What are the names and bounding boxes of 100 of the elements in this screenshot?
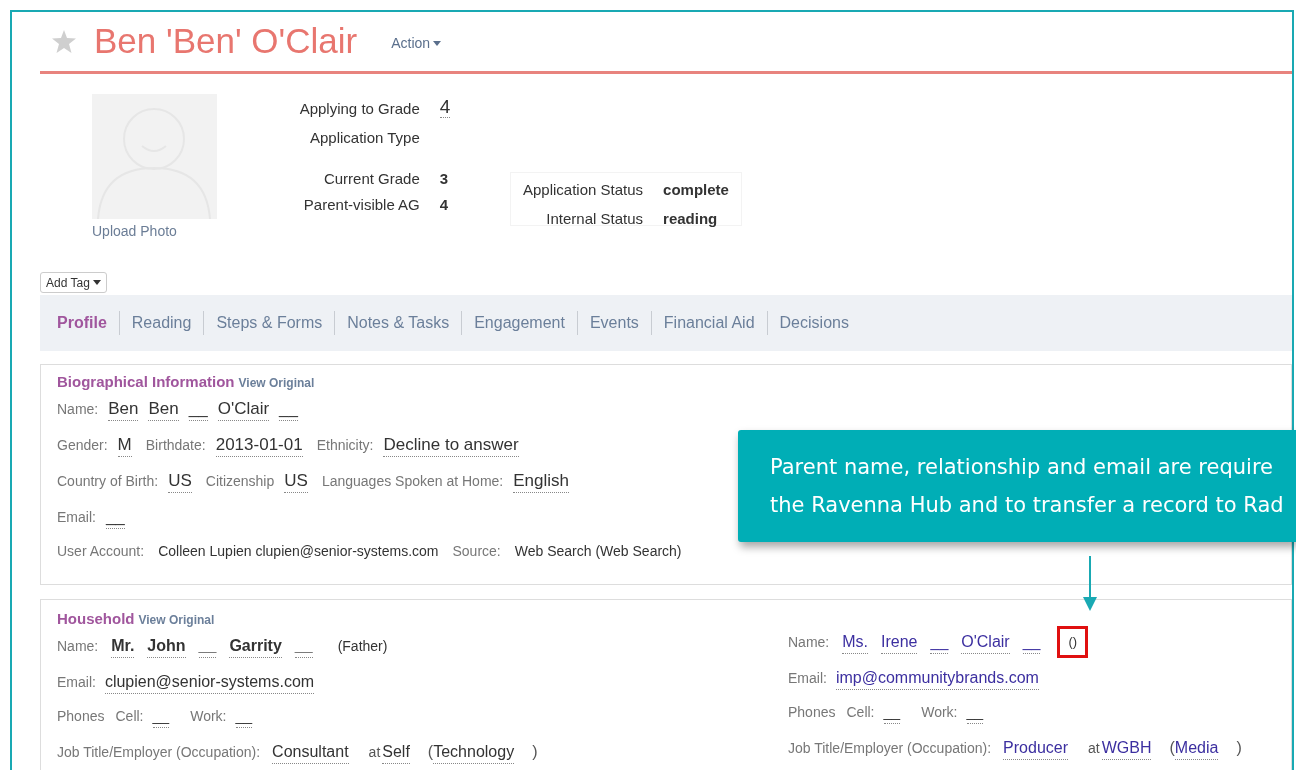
field-value: Web Search (Web Search) bbox=[514, 541, 682, 561]
field-label: Source: bbox=[452, 541, 501, 561]
field-value[interactable]: Technology bbox=[433, 740, 515, 764]
field-value[interactable]: __ bbox=[152, 704, 170, 728]
field-value: 4 bbox=[439, 196, 449, 213]
tab[interactable]: Financial Aid bbox=[651, 311, 767, 335]
field-value[interactable]: imp@communitybrands.com bbox=[835, 666, 1039, 690]
action-menu-button[interactable]: Action bbox=[391, 33, 442, 54]
field-value[interactable]: __ bbox=[279, 397, 298, 421]
field-value: 3 bbox=[439, 170, 449, 187]
field-value[interactable]: WGBH bbox=[1101, 736, 1152, 760]
add-tag-button[interactable]: Add Tag bbox=[40, 272, 107, 293]
view-original-link[interactable]: View Original bbox=[238, 374, 315, 392]
field-label: Email: bbox=[57, 507, 96, 527]
field-value[interactable]: __ bbox=[966, 700, 984, 724]
view-original-link[interactable]: View Original bbox=[138, 611, 215, 629]
field-value[interactable]: Ben bbox=[108, 397, 139, 421]
record-title: Ben 'Ben' O'Clair bbox=[94, 20, 358, 63]
field-label: Name: bbox=[57, 636, 99, 656]
paren-text: ) bbox=[1236, 738, 1242, 758]
tab[interactable]: Reading bbox=[119, 311, 204, 335]
field-label: Name: bbox=[57, 399, 99, 419]
field-label: Email: bbox=[57, 672, 96, 692]
field-label: Cell: bbox=[115, 706, 144, 726]
field-value[interactable]: O'Clair bbox=[217, 397, 270, 421]
field-value[interactable]: Self bbox=[382, 740, 410, 764]
field-label: Birthdate: bbox=[145, 435, 206, 455]
field-value[interactable]: Irene bbox=[881, 630, 918, 654]
field-value[interactable]: Ben bbox=[148, 397, 179, 421]
field-value[interactable]: 2013-01-01 bbox=[215, 433, 303, 457]
field-label: Languages Spoken at Home: bbox=[321, 471, 504, 491]
field-label: Current Grade bbox=[322, 169, 420, 189]
field-label: Country of Birth: bbox=[57, 471, 159, 491]
field-value[interactable]: O'Clair bbox=[961, 630, 1010, 654]
field-value[interactable]: John bbox=[147, 634, 186, 658]
tab[interactable]: Notes & Tasks bbox=[335, 311, 462, 335]
paren-text: ( bbox=[1169, 738, 1175, 758]
field-label: Work: bbox=[921, 702, 958, 722]
field-label: Phones bbox=[57, 706, 105, 726]
pointer-arrow bbox=[1083, 556, 1097, 611]
field-value[interactable]: US bbox=[168, 469, 192, 493]
field-value[interactable]: M bbox=[117, 433, 132, 457]
tab[interactable]: Decisions bbox=[767, 311, 861, 335]
star-icon[interactable] bbox=[52, 30, 76, 53]
status-value: complete bbox=[663, 180, 729, 200]
field-value[interactable]: Ms. bbox=[842, 630, 868, 654]
field-value[interactable]: __ bbox=[105, 505, 125, 529]
field-value[interactable]: Decline to answer bbox=[383, 433, 519, 457]
field-label: at bbox=[1088, 738, 1100, 758]
field-value[interactable]: __ bbox=[198, 634, 217, 658]
field-value[interactable]: __ bbox=[930, 630, 949, 654]
field-value[interactable]: __ bbox=[1022, 630, 1041, 654]
field-value[interactable]: Mr. bbox=[111, 634, 135, 658]
field-label: Parent-visible AG bbox=[302, 195, 420, 215]
status-label: Application Status bbox=[523, 180, 644, 200]
paren-text: ( bbox=[427, 742, 434, 762]
field-label: Ethnicity: bbox=[316, 435, 374, 455]
status-label: Internal Status bbox=[545, 208, 644, 229]
callout-text: the Ravenna Hub and to transfer a record to Rad bbox=[770, 492, 1285, 519]
field-label: Job Title/Employer (Occupation): bbox=[788, 738, 992, 758]
field-value: Colleen Lupien clupien@senior-systems.com bbox=[158, 541, 439, 561]
field-value[interactable]: Producer bbox=[1003, 736, 1068, 760]
tab[interactable]: Engagement bbox=[462, 311, 577, 335]
field-value[interactable]: __ bbox=[235, 704, 253, 728]
tab[interactable]: Events bbox=[577, 311, 651, 335]
field-value[interactable]: US bbox=[284, 469, 308, 493]
callout-text: Parent name, relationship and email are require bbox=[770, 454, 1274, 481]
field-value[interactable]: Garrity bbox=[229, 634, 282, 658]
field-label: at bbox=[368, 742, 381, 762]
paren-text: ) bbox=[532, 742, 538, 762]
field-value[interactable]: __ bbox=[188, 397, 208, 421]
field-label: Citizenship bbox=[205, 471, 275, 491]
field-label: Phones bbox=[788, 702, 836, 722]
field-label: User Account: bbox=[57, 541, 145, 561]
caret-icon bbox=[92, 280, 101, 285]
field-label: Name: bbox=[788, 632, 830, 652]
field-label: Job Title/Employer (Occupation): bbox=[57, 742, 261, 762]
field-value[interactable]: __ bbox=[294, 634, 313, 658]
tab[interactable]: Steps & Forms bbox=[204, 311, 335, 335]
field-label: Email: bbox=[788, 668, 827, 688]
relationship-text: () bbox=[1057, 626, 1089, 658]
field-value[interactable]: Consultant bbox=[272, 740, 349, 764]
upload-photo-link[interactable]: Upload Photo bbox=[92, 221, 222, 242]
section-title: Household bbox=[57, 609, 135, 629]
relationship-text: (Father) bbox=[337, 636, 388, 656]
field-label: Work: bbox=[190, 706, 227, 726]
field-label: Gender: bbox=[57, 435, 108, 455]
tab[interactable]: Profile bbox=[45, 311, 119, 335]
status-value: reading bbox=[663, 208, 719, 229]
section-title: Biographical Information bbox=[57, 372, 235, 392]
caret-icon bbox=[433, 41, 442, 46]
field-label: Cell: bbox=[846, 702, 875, 722]
field-label: Applying to Grade bbox=[298, 99, 420, 119]
field-value[interactable]: clupien@senior-systems.com bbox=[104, 670, 315, 694]
field-value[interactable]: Media bbox=[1174, 736, 1219, 760]
field-value[interactable]: 4 bbox=[439, 96, 451, 118]
field-value[interactable]: English bbox=[513, 469, 569, 493]
field-value[interactable]: __ bbox=[883, 700, 901, 724]
field-label: Application Type bbox=[308, 128, 420, 148]
avatar-placeholder-icon bbox=[92, 94, 217, 219]
